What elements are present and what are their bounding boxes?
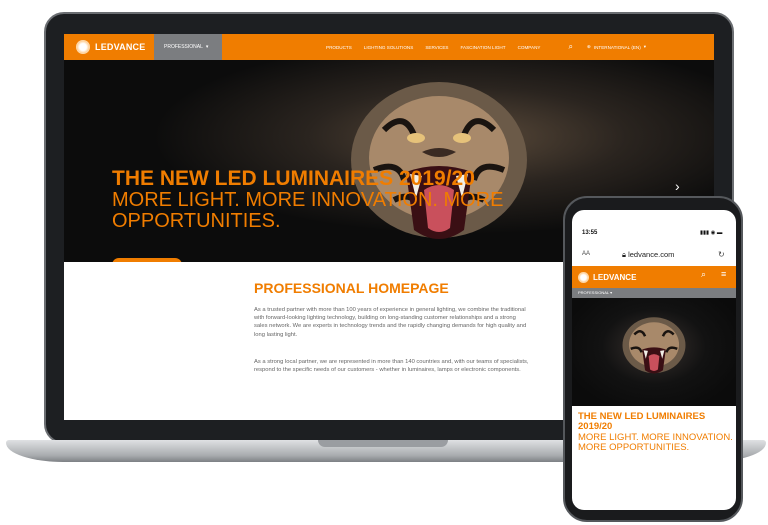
status-icons: ▮▮▮ ◉ ▬ xyxy=(700,230,723,236)
search-icon[interactable]: ⌕ xyxy=(568,42,572,52)
chevron-down-icon: ▾ xyxy=(205,44,209,50)
segment-label: PROFESSIONAL xyxy=(578,290,609,295)
reload-icon[interactable]: ↻ xyxy=(718,250,725,259)
partner-paragraph: As a strong local partner, we are repres… xyxy=(254,359,529,374)
address-bar[interactable]: 🔒︎ ledvance.com xyxy=(622,250,674,260)
segment-label: PROFESSIONAL xyxy=(164,44,203,50)
hamburger-menu-icon[interactable]: ≡ xyxy=(721,269,726,279)
intro-paragraph: As a trusted partner with more than 100 … xyxy=(254,307,527,338)
segment-dropdown[interactable]: PROFESSIONAL ▾ xyxy=(572,288,736,298)
main-menu: PRODUCTS LIGHTING SOLUTIONS SERVICES FAS… xyxy=(326,45,540,50)
ledvance-logo-icon xyxy=(76,40,90,54)
menu-item-company[interactable]: COMPANY xyxy=(518,45,541,50)
ledvance-logo[interactable]: LEDVANCE xyxy=(572,271,637,283)
menu-item-fascination-light[interactable]: FASCINATION LIGHT xyxy=(460,45,505,50)
lock-icon: 🔒︎ xyxy=(622,250,626,259)
language-selector[interactable]: ⊕ INTERNATIONAL (EN) ▾ xyxy=(587,44,646,50)
text-size-button[interactable]: AA xyxy=(582,251,590,257)
mobile-hero-subtitle: MORE LIGHT. MORE INNOVATION. MORE OPPORT… xyxy=(578,432,733,453)
mobile-hero xyxy=(572,298,736,406)
hero-title: THE NEW LED LUMINAIRES 2019/20 xyxy=(112,167,475,190)
url-text: ledvance.com xyxy=(628,250,675,259)
section-title: PROFESSIONAL HOMEPAGE xyxy=(254,280,449,296)
globe-icon: ⊕ xyxy=(586,44,591,49)
mobile-nav: LEDVANCE xyxy=(572,266,736,288)
brand-name: LEDVANCE xyxy=(593,272,637,282)
language-label: INTERNATIONAL (EN) xyxy=(593,44,641,50)
menu-item-products[interactable]: PRODUCTS xyxy=(326,45,352,50)
segment-dropdown[interactable]: PROFESSIONAL ▾ xyxy=(154,34,222,60)
hero-subtitle: MORE LIGHT. MORE INNOVATION. MORE OPPORT… xyxy=(112,189,504,232)
laptop-notch xyxy=(318,440,448,447)
search-icon[interactable]: ⌕ xyxy=(701,269,706,280)
menu-item-lighting-solutions[interactable]: LIGHTING SOLUTIONS xyxy=(364,45,414,50)
chevron-right-icon[interactable]: › xyxy=(675,178,680,194)
mobile-hero-title: THE NEW LED LUMINAIRES 2019/20 xyxy=(578,411,706,432)
phone-screen: 13:55 ▮▮▮ ◉ ▬ AA 🔒︎ ledvance.com ↻ LEDVA… xyxy=(572,210,736,510)
tiger-image xyxy=(622,317,686,374)
chevron-down-icon: ▾ xyxy=(643,44,647,49)
brand-name: LEDVANCE xyxy=(95,42,146,52)
ledvance-logo-icon xyxy=(578,271,589,283)
top-nav: LEDVANCE PROFESSIONAL ▾ PRODUCTS LIGHTIN… xyxy=(64,34,714,60)
menu-item-services[interactable]: SERVICES xyxy=(425,45,448,50)
ledvance-logo[interactable]: LEDVANCE xyxy=(64,34,154,60)
status-time: 13:55 xyxy=(582,230,598,236)
